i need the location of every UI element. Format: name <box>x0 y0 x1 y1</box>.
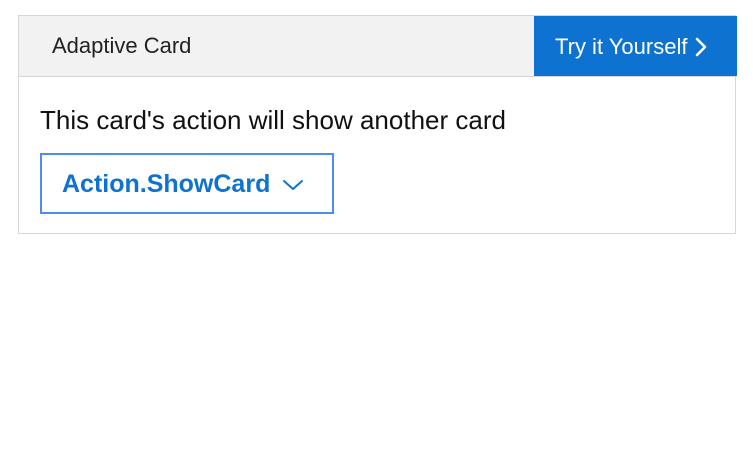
chevron-down-icon <box>283 179 304 190</box>
adaptive-card-sample: Adaptive Card Try it Yourself This card'… <box>18 15 737 234</box>
show-card-action-button[interactable]: Action.ShowCard <box>40 153 334 214</box>
card-header-title: Adaptive Card <box>52 33 192 58</box>
show-card-action-label: Action.ShowCard <box>62 169 271 198</box>
card-body-text: This card's action will show another car… <box>40 105 506 135</box>
chevron-right-icon <box>696 37 707 57</box>
try-it-yourself-button[interactable]: Try it Yourself <box>534 16 737 76</box>
try-it-yourself-label: Try it Yourself <box>555 34 688 59</box>
card-header: Adaptive Card Try it Yourself <box>19 16 737 77</box>
